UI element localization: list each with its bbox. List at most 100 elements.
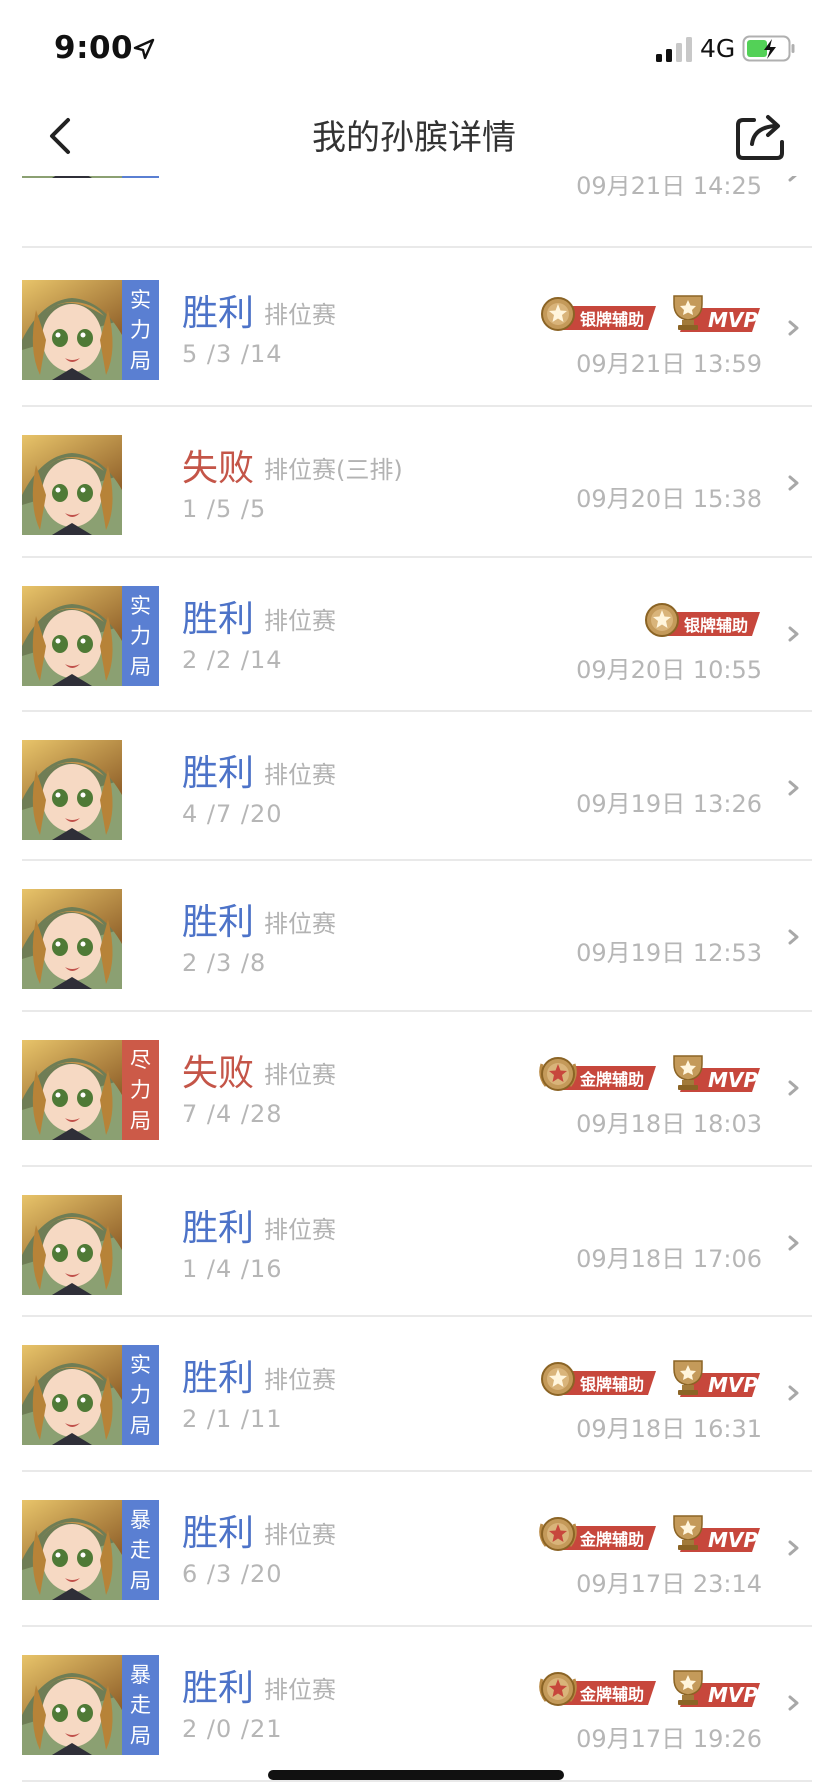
location-arrow-icon [133,38,155,60]
mvp-badge: MVP [668,1359,762,1399]
mvp-label: MVP [708,308,758,332]
kda-score: 1 /4 /16 [182,1255,283,1283]
support-badge: 银牌辅助 [538,1359,658,1399]
match-row[interactable]: 暴走局胜利 排位赛 2 /0 /21 09月17日 19:26 MVP 金牌辅助 [0,1627,828,1782]
hero-avatar [22,1195,122,1295]
match-datetime: 09月18日 16:31 [576,1415,762,1443]
match-datetime: 09月19日 13:26 [576,790,762,818]
mvp-label: MVP [708,1068,758,1092]
mode-tag: 实力局 [122,1345,159,1445]
match-type: 排位赛 [264,1061,336,1089]
support-badge: 金牌辅助 [538,1514,658,1554]
share-icon[interactable] [734,110,786,162]
status-time: 9:00 [54,30,134,66]
kda-score: 4 /7 /20 [182,800,283,828]
navigation-bar: 我的孙膑详情 [0,96,828,176]
kda-score: 7 /4 /28 [182,1100,283,1128]
match-row[interactable]: 胜利 排位赛 4 /7 /20 09月19日 13:26 [0,712,828,861]
hero-avatar [22,435,122,535]
hero-avatar [22,740,122,840]
mvp-badge: MVP [668,294,762,334]
match-type: 排位赛(三排) [264,456,403,484]
hero-avatar [22,1345,122,1445]
chevron-right-icon[interactable] [786,318,802,338]
page-title: 我的孙膑详情 [312,118,516,158]
match-type: 排位赛 [264,1216,336,1244]
match-type: 排位赛 [264,761,336,789]
badge-label: 金牌辅助 [579,1530,644,1549]
match-datetime: 09月18日 17:06 [576,1245,762,1273]
match-type: 排位赛 [264,607,336,635]
mode-tag: 实力局 [122,280,159,380]
mvp-badge: MVP [668,1514,762,1554]
match-datetime: 09月19日 12:53 [576,939,762,967]
hero-avatar [22,280,122,380]
kda-score: 2 /0 /21 [182,1715,283,1743]
kda-score: 6 /3 /20 [182,1560,283,1588]
match-row[interactable]: 尽力局失败 排位赛 7 /4 /28 09月18日 18:03 MVP 金牌辅助 [0,1012,828,1167]
chevron-right-icon[interactable] [786,624,802,644]
kda-score: 5 /3 /14 [182,340,283,368]
chevron-right-icon[interactable] [786,778,802,798]
match-result: 胜利 [182,902,255,943]
chevron-right-icon[interactable] [786,1538,802,1558]
match-type: 排位赛 [264,910,336,938]
mode-tag: 暴走局 [122,1655,159,1755]
match-row[interactable]: 实力局胜利 排位赛 2 /1 /11 09月18日 16:31 MVP 银牌辅助 [0,1317,828,1472]
badge-label: 银牌辅助 [580,1375,644,1394]
match-result: 胜利 [182,1513,255,1554]
match-result: 胜利 [182,1358,255,1399]
support-badge: 银牌辅助 [642,600,762,640]
match-row[interactable]: 胜利 排位赛 1 /4 /16 09月18日 17:06 [0,1167,828,1317]
cellular-signal-icon [656,37,692,62]
chevron-right-icon[interactable] [786,473,802,493]
match-list: 实力局1 /1 /1009月21日 14:25实力局胜利排位赛5 /3 /140… [0,0,828,1792]
match-row[interactable]: 失败 排位赛(三排) 1 /5 /5 09月20日 15:38 [0,407,828,558]
match-row[interactable]: 胜利 排位赛 2 /3 /8 09月19日 12:53 [0,861,828,1012]
badge-label: 银牌辅助 [684,616,748,635]
mvp-label: MVP [708,1373,758,1397]
kda-score: 2 /2 /14 [182,646,283,674]
match-row[interactable]: 暴走局胜利 排位赛 6 /3 /20 09月17日 23:14 MVP 金牌辅助 [0,1472,828,1627]
match-type: 排位赛 [264,1521,336,1549]
kda-score: 2 /1 /11 [182,1405,283,1433]
hero-avatar [22,1500,122,1600]
hero-avatar [22,889,122,989]
match-result: 胜利 [182,293,255,334]
mode-tag: 暴走局 [122,1500,159,1600]
badge-label: 金牌辅助 [579,1070,644,1089]
chevron-right-icon[interactable] [786,1233,802,1253]
match-result: 胜利 [182,599,255,640]
match-result: 胜利 [182,753,255,794]
chevron-right-icon[interactable] [786,1383,802,1403]
match-datetime: 09月21日 13:59 [576,350,762,378]
kda-score: 1 /5 /5 [182,495,267,523]
badge-label: 银牌辅助 [580,310,644,329]
mode-tag: 尽力局 [122,1040,159,1140]
match-datetime: 09月18日 18:03 [576,1110,762,1138]
support-badge: 银牌辅助 [538,294,658,334]
match-row[interactable]: 实力局胜利 排位赛 2 /2 /14 09月20日 10:55 银牌辅助 [0,558,828,712]
match-datetime: 09月20日 15:38 [576,485,762,513]
kda-score: 2 /3 /8 [182,949,267,977]
match-datetime: 09月20日 10:55 [576,656,762,684]
match-result: 胜利 [182,1208,255,1249]
match-row[interactable]: 实力局胜利 排位赛 5 /3 /14 09月21日 13:59 MVP 银牌辅助 [0,252,828,407]
chevron-right-icon[interactable] [786,1693,802,1713]
support-badge: 金牌辅助 [538,1054,658,1094]
hero-avatar [22,1655,122,1755]
mvp-badge: MVP [668,1669,762,1709]
status-bar: 9:00 4G [0,0,828,96]
support-badge: 金牌辅助 [538,1669,658,1709]
chevron-right-icon[interactable] [786,927,802,947]
mvp-label: MVP [708,1528,758,1552]
mvp-badge: MVP [668,1054,762,1094]
match-datetime: 09月17日 19:26 [576,1725,762,1753]
match-type: 排位赛 [264,1366,336,1394]
chevron-right-icon[interactable] [786,1078,802,1098]
mode-tag: 实力局 [122,586,159,686]
hero-avatar [22,1040,122,1140]
network-type: 4G [700,34,736,63]
match-type: 排位赛 [264,1676,336,1704]
home-indicator[interactable] [268,1770,564,1780]
